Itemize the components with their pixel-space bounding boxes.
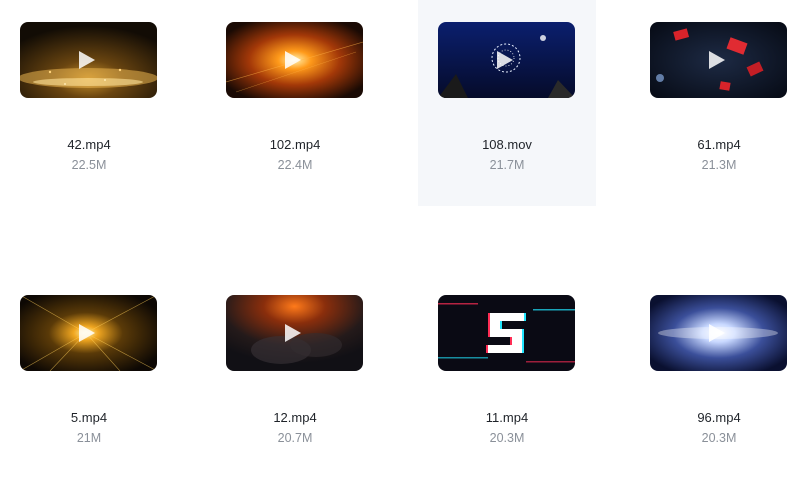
file-name: 12.mp4: [273, 410, 317, 425]
glitch-number-five-icon: [438, 295, 575, 371]
file-name: 5.mp4: [70, 410, 108, 425]
video-thumbnail[interactable]: [438, 22, 575, 98]
file-size: 20.7M: [277, 431, 313, 445]
file-name: 11.mp4: [485, 410, 529, 425]
play-icon: [497, 51, 513, 69]
file-name: 96.mp4: [697, 410, 741, 425]
video-thumbnail[interactable]: [226, 295, 363, 371]
play-icon: [285, 51, 301, 69]
video-thumbnail[interactable]: [20, 295, 157, 371]
video-thumbnail[interactable]: [438, 295, 575, 371]
play-icon: [79, 324, 95, 342]
video-file-card[interactable]: 102.mp4 22.4M: [206, 0, 384, 206]
video-file-grid: 42.mp4 22.5M 102.mp4 22.4M 108.mov 21.7M…: [0, 0, 800, 454]
play-icon: [79, 51, 95, 69]
video-file-card[interactable]: 61.mp4 21.3M: [630, 0, 800, 206]
play-icon: [709, 324, 725, 342]
file-name: 108.mov: [482, 137, 532, 152]
file-size: 21M: [76, 431, 102, 445]
play-icon: [285, 324, 301, 342]
video-thumbnail[interactable]: [20, 22, 157, 98]
video-file-card[interactable]: 12.mp4 20.7M: [206, 273, 384, 479]
video-file-card[interactable]: 96.mp4 20.3M: [630, 273, 800, 479]
video-thumbnail[interactable]: [226, 22, 363, 98]
file-size: 20.3M: [701, 431, 737, 445]
video-file-card[interactable]: 5.mp4 21M: [0, 273, 178, 479]
file-name: 42.mp4: [67, 137, 111, 152]
file-size: 21.7M: [489, 158, 525, 172]
file-size: 20.3M: [489, 431, 525, 445]
video-thumbnail[interactable]: [650, 22, 787, 98]
video-file-card[interactable]: 108.mov 21.7M: [418, 0, 596, 206]
video-file-card[interactable]: 42.mp4 22.5M: [0, 0, 178, 206]
file-size: 22.4M: [277, 158, 313, 172]
video-file-card[interactable]: 11.mp4 20.3M: [418, 273, 596, 479]
file-name: 102.mp4: [269, 137, 321, 152]
file-name: 61.mp4: [697, 137, 741, 152]
play-icon: [709, 51, 725, 69]
file-size: 21.3M: [701, 158, 737, 172]
video-thumbnail[interactable]: [650, 295, 787, 371]
file-size: 22.5M: [71, 158, 107, 172]
